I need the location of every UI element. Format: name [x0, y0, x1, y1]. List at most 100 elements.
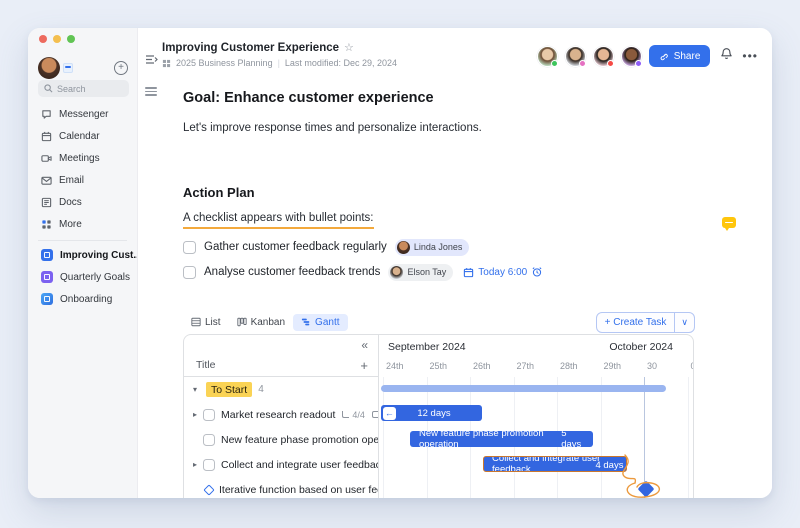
task-checkbox[interactable] [183, 240, 196, 254]
title-column-header: Title [196, 359, 216, 371]
app-window: + Search Messenger Calendar Meetings Ema… [28, 28, 772, 498]
sidebar-item-email[interactable]: Email [28, 169, 137, 191]
bar-duration: 5 days [561, 431, 582, 447]
minimize-window-icon[interactable] [53, 35, 61, 43]
gantt-group-row[interactable]: ▾ To Start 4 [184, 377, 378, 402]
collaborator-avatar[interactable] [592, 45, 614, 67]
apps-grid-icon [42, 219, 51, 229]
breadcrumb[interactable]: 2025 Business Planning [176, 58, 273, 68]
alarm-clock-icon[interactable] [531, 266, 543, 278]
sidebar-item-label: More [59, 218, 82, 230]
subtasks-icon [342, 411, 350, 418]
pinned-doc-label: Quarterly Goals [60, 271, 131, 283]
sidebar-item-onboarding[interactable]: Onboarding [28, 288, 137, 310]
collaborator-avatar[interactable] [620, 45, 642, 67]
doc-paragraph: Let's improve response times and persona… [183, 122, 482, 134]
gantt-bar-new-feature[interactable]: New feature phase promotion operation 5 … [409, 431, 594, 447]
assignee-chip[interactable]: Linda Jones [394, 238, 470, 256]
calendar-icon [41, 131, 52, 141]
zoom-window-icon[interactable] [67, 35, 75, 43]
status-dot [634, 59, 642, 67]
task-meta: 4/4 3 [342, 410, 378, 420]
checklist-lead: A checklist appears with bullet points: [183, 212, 374, 229]
sidebar-item-improving-customer[interactable]: Improving Cust... [28, 244, 137, 266]
gantt-title-pane: « Title + ▾ To Start 4 ▸ Market research… [184, 335, 379, 498]
calendar-icon [464, 267, 474, 277]
gantt-task-row[interactable]: ▸ Collect and integrate user feedback [184, 452, 378, 477]
caret-right-icon[interactable]: ▸ [190, 460, 200, 469]
task-checkbox[interactable] [203, 433, 215, 446]
month-label: September 2024 [388, 341, 466, 353]
favorite-star-icon[interactable]: ☆ [344, 41, 354, 54]
main-panel: Improving Customer Experience ☆ 2025 Bus… [138, 28, 772, 498]
sidebar-item-meetings[interactable]: Meetings [28, 147, 137, 169]
sidebar-item-label: Meetings [59, 152, 100, 164]
collaborator-avatar[interactable] [564, 45, 586, 67]
caret-down-icon[interactable]: ▾ [190, 385, 200, 394]
gantt-title-header: « Title + [184, 335, 378, 377]
more-options-icon[interactable]: ••• [742, 49, 758, 63]
assignee-chip[interactable]: Elson Tay [388, 263, 454, 281]
messenger-icon [42, 109, 51, 119]
pinned-doc-label: Improving Cust... [60, 249, 137, 261]
sidebar-item-quarterly-goals[interactable]: Quarterly Goals [28, 266, 137, 288]
sidebar-item-docs[interactable]: Docs [28, 191, 137, 213]
assignee-avatar [396, 240, 410, 254]
status-dot [578, 59, 586, 67]
create-task-button[interactable]: + Create Task [597, 313, 675, 332]
task-title: New feature phase promotion operation [221, 433, 378, 446]
envelope-icon [41, 176, 52, 185]
block-menu-icon[interactable] [145, 85, 157, 98]
collapse-sidebar-icon[interactable] [145, 52, 158, 70]
gridline [687, 377, 689, 498]
tick-label: 29th [603, 361, 622, 371]
scroll-to-start-icon[interactable]: ← [382, 406, 396, 420]
collapse-pane-icon[interactable]: « [361, 338, 368, 352]
sidebar-item-label: Calendar [59, 130, 100, 142]
tick-label: 25th [429, 361, 448, 371]
task-title: Market research readout [221, 408, 336, 421]
window-controls[interactable] [39, 35, 75, 43]
tab-list[interactable]: List [183, 314, 229, 331]
comment-indicator-icon[interactable] [722, 217, 736, 231]
due-date[interactable]: Today 6:00 [463, 266, 543, 278]
task-checkbox[interactable] [183, 265, 196, 279]
tab-kanban[interactable]: Kanban [229, 314, 293, 331]
account-row: + [38, 56, 128, 80]
milestone-icon [203, 483, 215, 496]
add-workspace-button[interactable]: + [114, 61, 128, 75]
notifications-bell-icon[interactable] [720, 47, 733, 65]
task-view-toolbar: List Kanban Gantt + Create Task ∨ [183, 311, 695, 333]
gantt-task-row[interactable]: ▸ Market research readout 4/4 3 [184, 402, 378, 427]
group-status-chip: To Start [206, 382, 253, 397]
doc-icon [41, 249, 53, 261]
section-heading: Action Plan [183, 185, 255, 200]
collaborator-avatar[interactable] [536, 45, 558, 67]
add-column-icon[interactable]: + [360, 358, 368, 373]
gantt-task-row[interactable]: Iterative function based on user feedbac… [184, 477, 378, 498]
chevron-down-icon[interactable]: ∨ [674, 312, 694, 332]
task-checkbox[interactable] [203, 408, 215, 421]
comments-icon [371, 411, 378, 418]
sidebar-item-label: Email [59, 174, 85, 186]
tab-gantt[interactable]: Gantt [293, 313, 348, 331]
sidebar-item-label: Docs [59, 196, 82, 208]
search-input[interactable]: Search [38, 80, 129, 97]
sidebar-item-messenger[interactable]: Messenger [28, 103, 137, 125]
share-button[interactable]: Share [648, 45, 711, 67]
close-window-icon[interactable] [39, 35, 47, 43]
gantt-task-row[interactable]: New feature phase promotion operation [184, 427, 378, 452]
caret-right-icon[interactable]: ▸ [190, 410, 200, 419]
group-count: 4 [258, 384, 264, 395]
gantt-bar-market-research[interactable]: ← 12 days [380, 405, 483, 421]
user-avatar[interactable] [38, 57, 60, 79]
gridline [600, 377, 602, 498]
sidebar-item-more[interactable]: More [28, 213, 137, 235]
doc-heading: Goal: Enhance customer experience [183, 90, 434, 106]
breadcrumb-divider: | [277, 58, 280, 68]
task-checkbox[interactable] [203, 458, 215, 471]
group-summary-bar[interactable] [380, 385, 666, 392]
sidebar-item-calendar[interactable]: Calendar [28, 125, 137, 147]
gantt-bar-collect-feedback[interactable]: Collect and integrate user feedback 4 da… [483, 456, 628, 472]
create-task-split-button[interactable]: + Create Task ∨ [595, 311, 695, 333]
